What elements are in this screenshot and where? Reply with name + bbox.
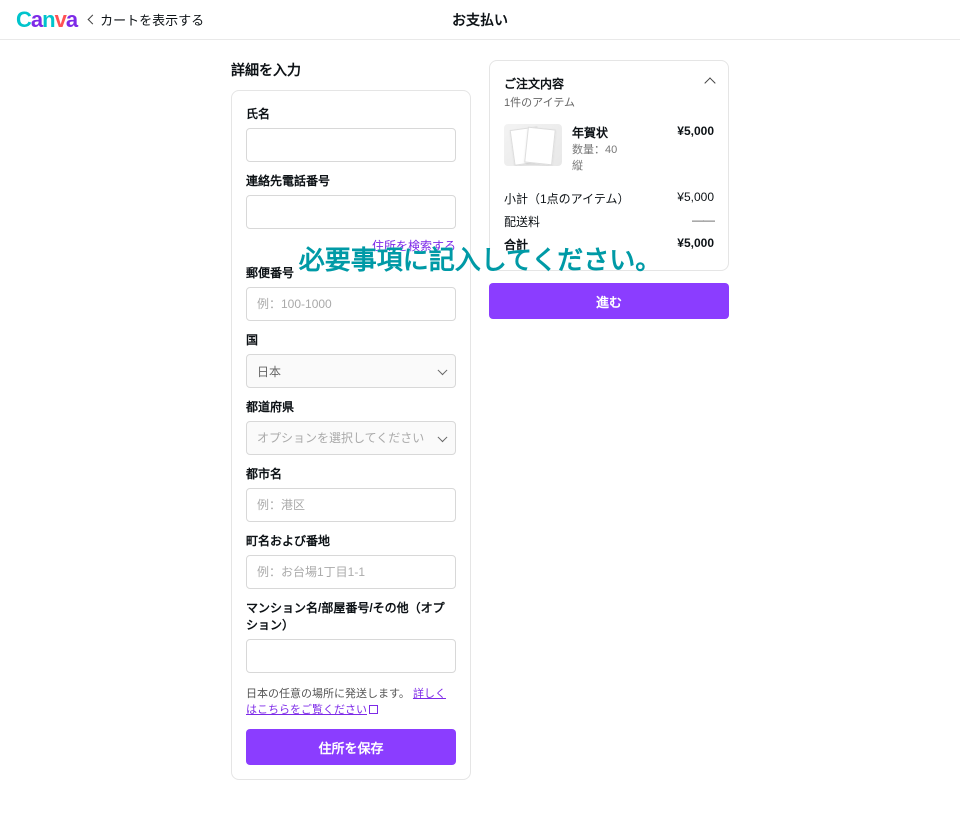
shipping-label: 配送料 — [504, 213, 540, 230]
external-link-icon — [369, 705, 378, 714]
name-input[interactable] — [246, 128, 456, 162]
page-title: お支払い — [452, 10, 508, 30]
item-orientation: 縦 — [572, 157, 667, 173]
order-heading: ご注文内容 — [504, 75, 575, 92]
order-summary: ご注文内容 1件のアイテム 年賀状 数量：40 縦 ¥5,000 小計（1点のア… — [489, 60, 729, 271]
country-label: 国 — [246, 331, 456, 348]
search-address-link[interactable]: 住所を検索する — [246, 237, 456, 254]
street-input[interactable] — [246, 555, 456, 589]
shipping-helper: 日本の任意の場所に発送します。 詳しくはこちらをご覧ください — [246, 685, 456, 717]
extra-input[interactable] — [246, 639, 456, 673]
order-item: 年賀状 数量：40 縦 ¥5,000 — [504, 124, 714, 173]
country-select[interactable] — [246, 354, 456, 388]
item-price: ¥5,000 — [677, 124, 714, 173]
shipping-value: ―― — [692, 213, 714, 230]
chevron-left-icon — [88, 15, 98, 25]
prefecture-select[interactable] — [246, 421, 456, 455]
name-label: 氏名 — [246, 105, 456, 122]
back-to-cart-link[interactable]: カートを表示する — [89, 10, 204, 29]
order-count: 1件のアイテム — [504, 94, 575, 110]
subtotal-label: 小計（1点のアイテム） — [504, 190, 629, 207]
chevron-up-icon[interactable] — [704, 77, 715, 88]
postal-input[interactable] — [246, 287, 456, 321]
back-label: カートを表示する — [100, 10, 204, 29]
details-column: 詳細を入力 氏名 連絡先電話番号 住所を検索する 郵便番号 国 都道府県 都市名… — [231, 60, 471, 780]
address-form: 氏名 連絡先電話番号 住所を検索する 郵便番号 国 都道府県 都市名 町名および… — [231, 90, 471, 780]
item-thumbnail — [504, 124, 562, 166]
form-heading: 詳細を入力 — [231, 60, 471, 80]
save-address-button[interactable]: 住所を保存 — [246, 729, 456, 765]
total-value: ¥5,000 — [677, 236, 714, 253]
subtotal-value: ¥5,000 — [677, 190, 714, 207]
item-title: 年賀状 — [572, 124, 667, 141]
phone-label: 連絡先電話番号 — [246, 172, 456, 189]
order-column: ご注文内容 1件のアイテム 年賀状 数量：40 縦 ¥5,000 小計（1点のア… — [489, 60, 729, 780]
city-label: 都市名 — [246, 465, 456, 482]
continue-button[interactable]: 進む — [489, 283, 729, 319]
prefecture-label: 都道府県 — [246, 398, 456, 415]
city-input[interactable] — [246, 488, 456, 522]
canva-logo: Canva — [16, 7, 77, 33]
totals: 小計（1点のアイテム） ¥5,000 配送料 ―― 合計 ¥5,000 — [504, 187, 714, 256]
item-qty: 数量：40 — [572, 141, 667, 157]
phone-input[interactable] — [246, 195, 456, 229]
extra-label: マンション名/部屋番号/その他（オプション） — [246, 599, 456, 633]
street-label: 町名および番地 — [246, 532, 456, 549]
checkout-body: 詳細を入力 氏名 連絡先電話番号 住所を検索する 郵便番号 国 都道府県 都市名… — [0, 40, 960, 820]
total-label: 合計 — [504, 236, 528, 253]
postal-label: 郵便番号 — [246, 264, 456, 281]
top-bar: Canva カートを表示する お支払い — [0, 0, 960, 40]
